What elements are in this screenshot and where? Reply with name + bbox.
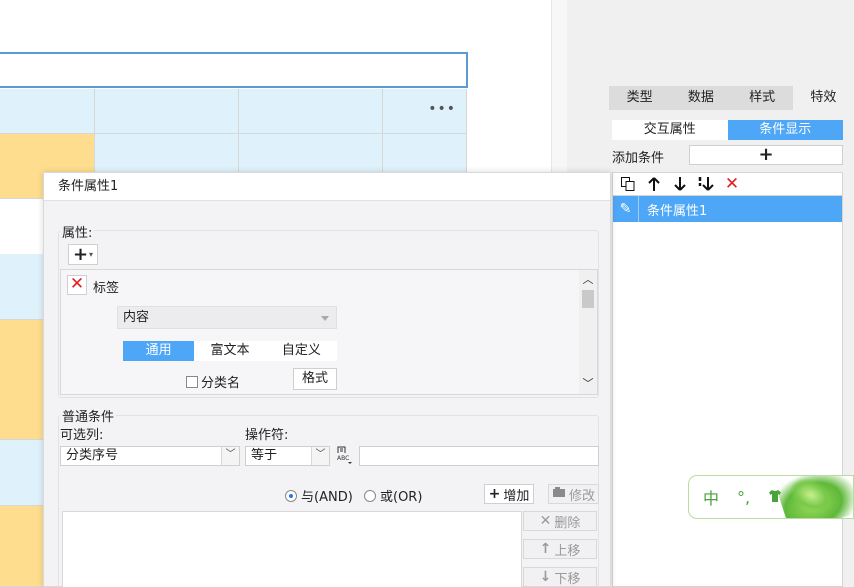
grid-cell[interactable] (0, 89, 95, 134)
condition-list: ✎ 条件属性1 (612, 196, 843, 587)
radio-or-option[interactable]: 或(OR) (364, 486, 422, 505)
operator-select[interactable]: 等于 ﹀ (245, 446, 330, 466)
plus-icon: + (72, 244, 89, 265)
grid-cell[interactable] (0, 440, 45, 506)
sort-down-icon[interactable] (697, 175, 715, 193)
chevron-down-icon[interactable]: ﹀ (221, 447, 239, 465)
arrow-down-icon[interactable] (671, 175, 689, 193)
tab-data[interactable]: 数据 (670, 86, 731, 110)
radio-or[interactable] (364, 489, 376, 502)
selected-cell-bar[interactable] (0, 52, 468, 88)
more-options-icon[interactable]: ••• (428, 101, 456, 117)
radio-and-option[interactable]: 与(AND) (285, 486, 353, 505)
delete-button-label: 删除 (554, 515, 581, 531)
move-down-button-label: 下移 (554, 571, 581, 587)
move-down-button[interactable]: ↓ 下移 (523, 567, 597, 587)
grid-cell[interactable] (0, 506, 45, 587)
radio-and[interactable] (285, 489, 297, 502)
grid-cell[interactable] (0, 254, 45, 320)
add-button-label: 增加 (503, 488, 530, 504)
column-select-value: 分类序号 (66, 448, 119, 463)
ime-punct-toggle[interactable]: °, (737, 488, 750, 507)
segment-general[interactable]: 通用 (123, 341, 195, 361)
segment-rich-text[interactable]: 富文本 (194, 341, 265, 361)
property-tabs: 类型 数据 样式 特效 (609, 86, 854, 110)
add-attribute-button[interactable]: + ▾ (68, 244, 98, 265)
condition-toolbar: ✕ (612, 172, 843, 196)
ime-mode-toggle[interactable]: 中 (703, 485, 719, 509)
add-condition-label: 添加条件 (612, 151, 665, 166)
condition-value-input[interactable] (359, 446, 599, 466)
modify-button-label: 修改 (568, 488, 595, 504)
tab-style[interactable]: 样式 (732, 86, 793, 110)
condition-item[interactable]: ✎ 条件属性1 (613, 196, 842, 222)
delete-button[interactable]: ✕ 删除 (523, 511, 597, 531)
grid-cell[interactable] (0, 320, 45, 440)
column-label: 可选列: (60, 428, 104, 443)
category-name-checkbox[interactable] (186, 375, 198, 388)
attribute-scrollbar[interactable]: ︿ ﹀ (579, 270, 597, 394)
move-up-button[interactable]: ↑ 上移 (523, 539, 597, 559)
add-condition-button[interactable]: + (689, 145, 843, 165)
condition-item-label: 条件属性1 (647, 203, 708, 219)
value-type-icon[interactable]: ABC (336, 445, 354, 465)
label-mode-segments: 通用 富文本 自定义 (123, 341, 337, 361)
add-condition-item-button[interactable]: + 增加 (484, 484, 534, 504)
edit-pencil-icon[interactable]: ✎ (613, 196, 639, 222)
delete-icon[interactable]: ✕ (723, 174, 741, 194)
segment-custom[interactable]: 自定义 (266, 341, 337, 361)
grid-cell[interactable]: ••• (383, 89, 467, 134)
subtab-condition-display[interactable]: 条件显示 (727, 120, 843, 140)
common-condition-label: 普通条件 (60, 406, 117, 425)
radio-and-label: 与(AND) (301, 490, 353, 505)
condition-attribute-dialog: 条件属性1 属性: + ▾ ✕ 标签 内容 通用 富文本 自定义 分类名 格式 ︿… (43, 172, 611, 587)
format-button[interactable]: 格式 (293, 368, 337, 390)
dropdown-caret-icon: ▾ (89, 250, 94, 259)
move-up-button-label: 上移 (554, 543, 581, 559)
content-select-value: 内容 (123, 310, 150, 325)
close-icon: ✕ (539, 513, 552, 529)
subtab-interaction[interactable]: 交互属性 (612, 120, 728, 140)
arrow-up-icon[interactable] (645, 175, 663, 193)
tab-type[interactable]: 类型 (609, 86, 670, 110)
arrow-down-icon: ↓ (539, 569, 552, 585)
column-select[interactable]: 分类序号 ﹀ (60, 446, 240, 466)
scroll-up-icon[interactable]: ︿ (579, 272, 597, 288)
operator-select-value: 等于 (251, 448, 278, 463)
chevron-down-icon[interactable]: ﹀ (311, 447, 329, 465)
dialog-title: 条件属性1 (44, 173, 610, 201)
copy-icon[interactable] (619, 175, 637, 193)
svg-text:ABC: ABC (337, 455, 349, 462)
attribute-name: 标签 (93, 281, 120, 296)
category-name-option[interactable]: 分类名 (186, 372, 240, 391)
scroll-down-icon[interactable]: ﹀ (579, 376, 597, 392)
content-select[interactable]: 内容 (117, 306, 337, 329)
effects-subtabs: 交互属性 条件显示 (612, 120, 843, 140)
remove-attribute-button[interactable]: ✕ (67, 275, 87, 295)
condition-list-area[interactable] (62, 511, 522, 587)
ime-toolbar[interactable]: 中 °, (688, 475, 854, 519)
arrow-up-icon: ↑ (539, 541, 552, 557)
category-name-label: 分类名 (201, 376, 241, 391)
modify-button[interactable]: 修改 (548, 484, 599, 504)
plus-icon: + (488, 486, 501, 502)
chevron-down-icon (321, 316, 329, 321)
grid-cell[interactable] (239, 89, 383, 134)
grid-cell[interactable] (95, 89, 239, 134)
attribute-panel: ✕ 标签 内容 通用 富文本 自定义 分类名 格式 ︿ ﹀ (60, 269, 598, 395)
modify-icon (552, 486, 566, 502)
operator-label: 操作符: (245, 428, 289, 443)
scroll-thumb[interactable] (582, 290, 594, 308)
radio-or-label: 或(OR) (380, 490, 423, 505)
tab-effects[interactable]: 特效 (792, 86, 854, 110)
attributes-label: 属性: (60, 222, 95, 241)
